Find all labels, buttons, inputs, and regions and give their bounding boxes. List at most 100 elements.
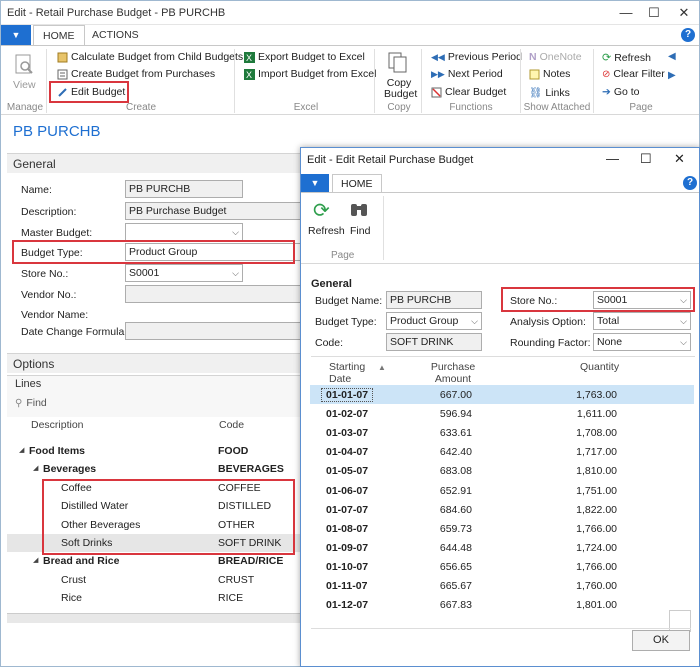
onenote-button[interactable]: N OneNote — [529, 51, 582, 63]
table-row[interactable]: 01-11-07 665.67 1,760.00 — [310, 576, 694, 595]
table-row[interactable]: Rice RICE — [7, 589, 301, 607]
notes-button[interactable]: Notes — [529, 68, 570, 80]
row-quantity[interactable]: 1,724.00 — [576, 542, 617, 554]
table-row[interactable]: 01-10-07 656.65 1,766.00 — [310, 557, 694, 576]
row-starting-date[interactable]: 01-10-07 — [326, 561, 368, 573]
maximize-icon[interactable]: ☐ — [639, 4, 669, 22]
rounding-factor-select[interactable]: None ⌵ — [593, 333, 691, 351]
row-starting-date[interactable]: 01-04-07 — [326, 446, 368, 458]
col-quantity[interactable]: Quantity — [580, 361, 619, 373]
table-row[interactable]: 01-08-07 659.73 1,766.00 — [310, 519, 694, 538]
ribbon-scroll-right-icon[interactable]: ▶ — [668, 70, 676, 81]
row-starting-date[interactable]: 01-09-07 — [326, 542, 368, 554]
table-row[interactable]: 01-03-07 633.61 1,708.00 — [310, 423, 694, 442]
row-purchase-amount[interactable]: 667.83 — [440, 599, 472, 611]
col-code[interactable]: Code — [219, 419, 244, 431]
table-row[interactable]: ◢ Food Items FOOD — [7, 442, 301, 460]
row-purchase-amount[interactable]: 683.08 — [440, 465, 472, 477]
file-menu-button[interactable]: ▼ — [1, 25, 31, 45]
sort-ascending-icon[interactable]: ▲ — [378, 363, 386, 372]
minimize-icon[interactable]: — — [611, 4, 641, 22]
row-starting-date[interactable]: 01-11-07 — [326, 580, 367, 592]
dialog-refresh-button[interactable]: Refresh — [308, 225, 345, 237]
row-purchase-amount[interactable]: 652.91 — [440, 485, 472, 497]
date-change-field[interactable] — [125, 322, 301, 340]
row-quantity[interactable]: 1,751.00 — [576, 485, 617, 497]
master-budget-select[interactable]: ⌵ — [125, 223, 243, 241]
table-row[interactable]: Crust CRUST — [7, 571, 301, 589]
clear-budget-button[interactable]: Clear Budget — [431, 86, 506, 98]
row-quantity[interactable]: 1,766.00 — [576, 561, 617, 573]
lines-find-button[interactable]: ⚲ Find — [15, 397, 47, 409]
description-field[interactable]: PB Purchase Budget — [125, 202, 301, 220]
expand-toggle-icon[interactable]: ◢ — [33, 464, 38, 472]
row-quantity[interactable]: 1,801.00 — [576, 599, 617, 611]
row-starting-date[interactable]: 01-02-07 — [326, 408, 368, 420]
table-row[interactable]: 01-07-07 684.60 1,822.00 — [310, 500, 694, 519]
row-purchase-amount[interactable]: 644.48 — [440, 542, 472, 554]
row-purchase-amount[interactable]: 659.73 — [440, 523, 472, 535]
row-quantity[interactable]: 1,611.00 — [577, 408, 617, 420]
go-to-button[interactable]: ➔ Go to — [602, 86, 640, 98]
export-excel-button[interactable]: X Export Budget to Excel — [244, 51, 365, 63]
name-field[interactable]: PB PURCHB — [125, 180, 243, 198]
row-quantity[interactable]: 1,810.00 — [576, 465, 617, 477]
previous-period-button[interactable]: ◀◀ Previous Period — [431, 51, 522, 63]
dialog-tab-home[interactable]: HOME — [332, 174, 382, 192]
table-row[interactable]: 01-12-07 667.83 1,801.00 — [310, 595, 694, 614]
row-quantity[interactable]: 1,708.00 — [576, 427, 617, 439]
row-purchase-amount[interactable]: 642.40 — [440, 446, 472, 458]
row-purchase-amount[interactable]: 665.67 — [440, 580, 472, 592]
row-starting-date[interactable]: 01-03-07 — [326, 427, 368, 439]
row-quantity[interactable]: 1,717.00 — [576, 446, 617, 458]
row-starting-date[interactable]: 01-07-07 — [326, 504, 368, 516]
expand-toggle-icon[interactable]: ◢ — [33, 556, 38, 564]
dialog-help-icon[interactable]: ? — [683, 176, 697, 190]
table-row[interactable]: 01-02-07 596.94 1,611.00 — [310, 404, 694, 423]
next-period-button[interactable]: ▶▶ Next Period — [431, 68, 503, 80]
tab-actions[interactable]: ACTIONS — [83, 25, 148, 45]
row-purchase-amount[interactable]: 633.61 — [440, 427, 472, 439]
table-row[interactable]: 01-04-07 642.40 1,717.00 — [310, 442, 694, 461]
table-row[interactable]: 01-06-07 652.91 1,751.00 — [310, 481, 694, 500]
col-starting-date[interactable]: Starting Date — [329, 361, 365, 385]
ribbon-scroll-left-icon[interactable]: ◀ — [668, 51, 676, 62]
row-quantity[interactable]: 1,763.00 — [576, 389, 617, 401]
close-icon[interactable]: ✕ — [669, 4, 699, 22]
row-starting-date[interactable]: 01-12-07 — [326, 599, 368, 611]
row-starting-date[interactable]: 01-01-07 — [320, 388, 374, 402]
dialog-maximize-icon[interactable]: ☐ — [640, 151, 652, 167]
row-starting-date[interactable]: 01-05-07 — [326, 465, 368, 477]
tab-home[interactable]: HOME — [33, 25, 85, 45]
table-row[interactable]: 01-09-07 644.48 1,724.00 — [310, 538, 694, 557]
table-row[interactable]: ◢ Bread and Rice BREAD/RICE — [7, 552, 301, 570]
dialog-budget-type-select[interactable]: Product Group ⌵ — [386, 312, 482, 330]
row-purchase-amount[interactable]: 667.00 — [440, 389, 472, 401]
ok-button[interactable]: OK — [632, 630, 690, 651]
analysis-option-select[interactable]: Total ⌵ — [593, 312, 691, 330]
clear-filter-button[interactable]: ⊘ Clear Filter — [602, 68, 665, 80]
refresh-button[interactable]: ⟳ Refresh — [602, 51, 651, 65]
store-no-select[interactable]: S0001 ⌵ — [125, 264, 243, 282]
row-starting-date[interactable]: 01-06-07 — [326, 485, 368, 497]
row-quantity[interactable]: 1,822.00 — [576, 504, 617, 516]
row-quantity[interactable]: 1,760.00 — [576, 580, 617, 592]
import-excel-button[interactable]: X Import Budget from Excel — [244, 68, 376, 80]
row-purchase-amount[interactable]: 656.65 — [440, 561, 472, 573]
table-row[interactable]: 01-05-07 683.08 1,810.00 — [310, 461, 694, 480]
row-purchase-amount[interactable]: 684.60 — [440, 504, 472, 516]
table-row[interactable]: 01-01-07 667.00 1,763.00 — [310, 385, 694, 404]
create-budget-button[interactable]: Create Budget from Purchases — [57, 68, 215, 80]
links-button[interactable]: ⛓ Links — [529, 86, 570, 100]
vendor-no-field[interactable] — [125, 285, 301, 303]
dialog-minimize-icon[interactable]: — — [606, 151, 619, 166]
code-field[interactable]: SOFT DRINK — [386, 333, 482, 351]
help-icon[interactable]: ? — [681, 28, 695, 42]
dialog-file-button[interactable]: ▼ — [301, 174, 329, 192]
dialog-close-icon[interactable]: ✕ — [674, 151, 685, 167]
horizontal-scrollbar[interactable] — [7, 613, 301, 623]
col-purchase-amount[interactable]: Purchase Amount — [429, 361, 477, 385]
row-starting-date[interactable]: 01-08-07 — [326, 523, 368, 535]
row-quantity[interactable]: 1,766.00 — [576, 523, 617, 535]
view-button[interactable]: View — [13, 79, 36, 91]
